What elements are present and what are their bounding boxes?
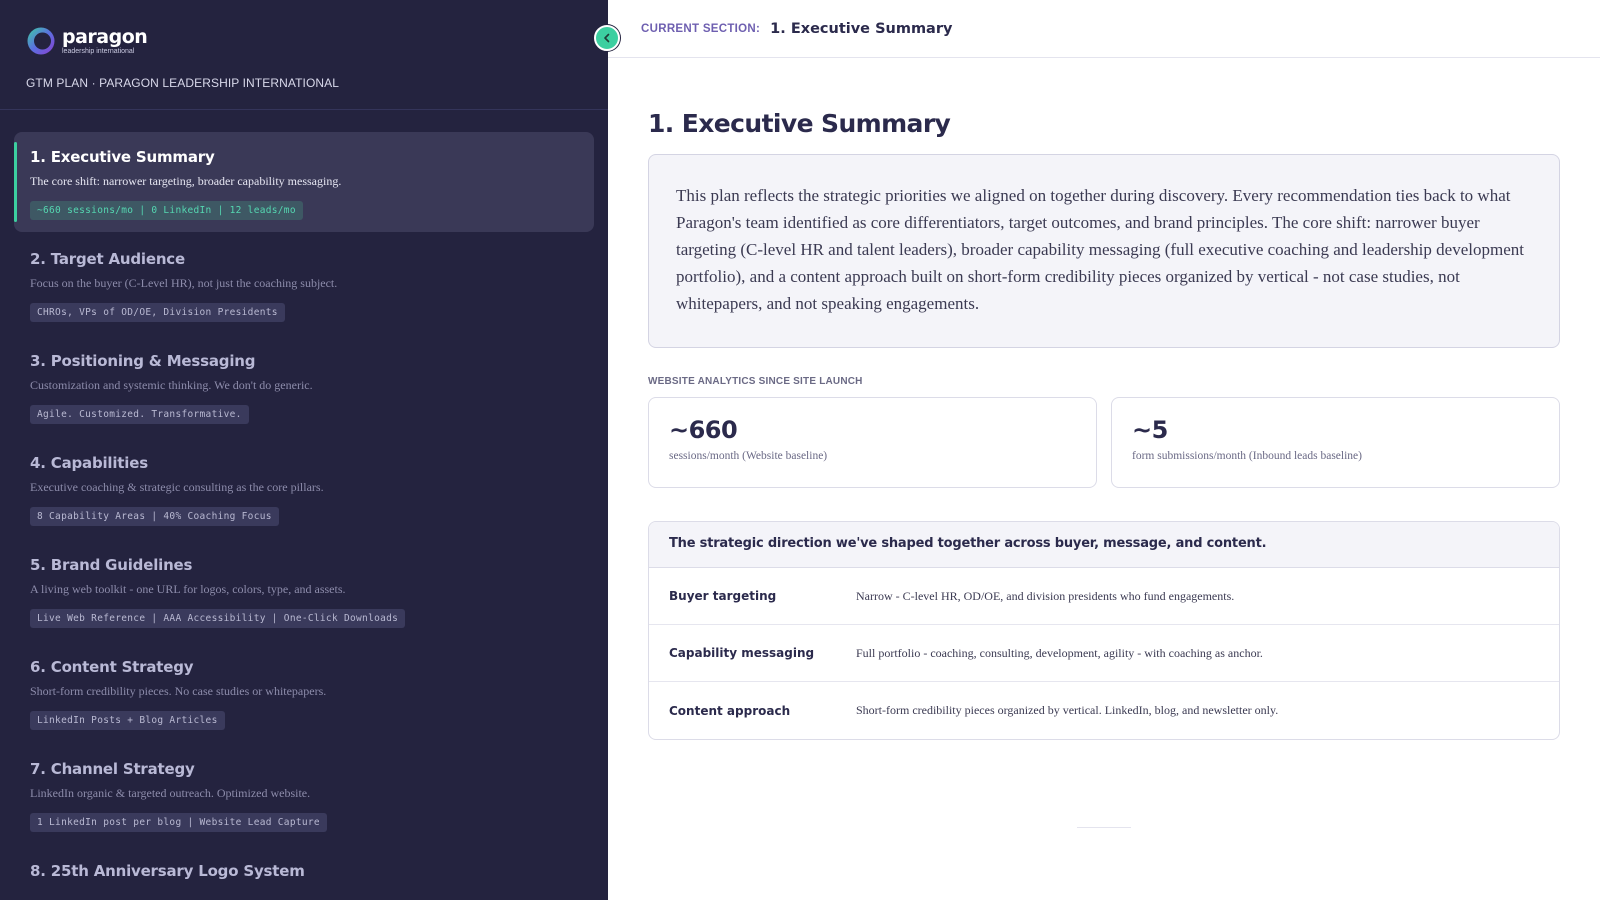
strategic-direction-table: The strategic direction we've shaped tog… (648, 521, 1560, 740)
nav-item-tag: CHROs, VPs of OD/OE, Division Presidents (30, 303, 285, 322)
nav-item-desc: LinkedIn organic & targeted outreach. Op… (30, 786, 311, 800)
paragon-logo-icon (27, 27, 55, 55)
nav-item-title: 1. Executive Summary (30, 148, 215, 166)
logo: paragon leadership international (26, 26, 582, 56)
stat-card-form-submissions: ~5 form submissions/month (Inbound leads… (1111, 397, 1560, 488)
nav-item-title: 3. Positioning & Messaging (30, 352, 256, 370)
nav-item-target-audience[interactable]: 2. Target Audience Focus on the buyer (C… (14, 234, 594, 334)
nav-item-executive-summary[interactable]: 1. Executive Summary The core shift: nar… (14, 132, 594, 232)
nav-item-content-strategy[interactable]: 6. Content Strategy Short-form credibili… (14, 642, 594, 742)
chevron-left-icon (604, 33, 610, 43)
stat-desc: form submissions/month (Inbound leads ba… (1132, 450, 1362, 462)
nav-item-anniversary-logo[interactable]: 8. 25th Anniversary Logo System (14, 846, 594, 892)
row-key: Content approach (669, 703, 791, 718)
row-key: Buyer targeting (669, 589, 777, 603)
nav-item-desc: Focus on the buyer (C-Level HR), not jus… (30, 276, 338, 290)
strategic-direction-heading: The strategic direction we've shaped tog… (649, 522, 1559, 568)
stat-value: ~5 (1132, 416, 1168, 444)
table-row: Capability messaging Full portfolio - co… (649, 625, 1559, 682)
current-section-label: CURRENT SECTION: (641, 22, 761, 35)
nav-item-desc: Executive coaching & strategic consultin… (30, 480, 324, 494)
nav-item-tag: 1 LinkedIn post per blog | Website Lead … (30, 813, 327, 832)
current-section-value: 1. Executive Summary (770, 20, 953, 37)
nav-item-tag: 8 Capability Areas | 40% Coaching Focus (30, 507, 279, 526)
row-value: Full portfolio - coaching, consulting, d… (856, 645, 1263, 660)
stat-value: ~660 (669, 416, 738, 444)
nav-item-tag: LinkedIn Posts + Blog Articles (30, 711, 225, 730)
nav-item-tag: ~660 sessions/mo | 0 LinkedIn | 12 leads… (30, 201, 303, 220)
page-title: 1. Executive Summary (648, 109, 951, 138)
nav-item-title: 4. Capabilities (30, 454, 148, 472)
row-value: Narrow - C-level HR, OD/OE, and division… (856, 588, 1235, 603)
nav-item-tag: Live Web Reference | AAA Accessibility |… (30, 609, 406, 628)
table-row: Content approach Short-form credibility … (649, 682, 1559, 739)
current-section-bar: CURRENT SECTION: 1. Executive Summary (608, 0, 1600, 58)
collapse-sidebar-button[interactable] (594, 25, 620, 51)
stats-row: ~660 sessions/month (Website baseline) ~… (648, 397, 1560, 488)
nav-item-brand-guidelines[interactable]: 5. Brand Guidelines A living web toolkit… (14, 540, 594, 640)
section-nav: 1. Executive Summary The core shift: nar… (0, 110, 608, 892)
main-content: CURRENT SECTION: 1. Executive Summary 1.… (608, 0, 1600, 900)
row-key: Capability messaging (669, 646, 815, 660)
nav-item-title: 5. Brand Guidelines (30, 556, 193, 574)
sidebar-header: paragon leadership international GTM PLA… (0, 0, 608, 110)
nav-item-title: 2. Target Audience (30, 250, 185, 268)
stat-desc: sessions/month (Website baseline) (669, 450, 828, 462)
nav-item-channel-strategy[interactable]: 7. Channel Strategy LinkedIn organic & t… (14, 744, 594, 844)
plan-subtitle: GTM PLAN · PARAGON LEADERSHIP INTERNATIO… (26, 76, 340, 90)
nav-item-desc: A living web toolkit - one URL for logos… (30, 582, 346, 596)
logo-name: paragon (62, 25, 148, 48)
table-row: Buyer targeting Narrow - C-level HR, OD/… (649, 568, 1559, 625)
stat-card-sessions: ~660 sessions/month (Website baseline) (648, 397, 1097, 488)
summary-box: This plan reflects the strategic priorit… (648, 154, 1560, 348)
logo-tagline: leadership international (62, 47, 135, 55)
sidebar: paragon leadership international GTM PLA… (0, 0, 608, 900)
nav-item-title: 8. 25th Anniversary Logo System (30, 862, 305, 880)
row-value: Short-form credibility pieces organized … (856, 703, 1279, 717)
nav-item-positioning-messaging[interactable]: 3. Positioning & Messaging Customization… (14, 336, 594, 436)
nav-item-desc: The core shift: narrower targeting, broa… (30, 174, 342, 188)
nav-item-desc: Customization and systemic thinking. We … (30, 378, 313, 392)
nav-item-title: 6. Content Strategy (30, 658, 194, 676)
nav-item-capabilities[interactable]: 4. Capabilities Executive coaching & str… (14, 438, 594, 538)
section-content: 1. Executive Summary This plan reflects … (608, 109, 1600, 740)
nav-item-tag: Agile. Customized. Transformative. (30, 405, 249, 424)
nav-item-title: 7. Channel Strategy (30, 760, 195, 778)
analytics-label: WEBSITE ANALYTICS SINCE SITE LAUNCH (648, 376, 863, 387)
divider (1077, 827, 1131, 828)
nav-item-desc: Short-form credibility pieces. No case s… (30, 684, 327, 698)
